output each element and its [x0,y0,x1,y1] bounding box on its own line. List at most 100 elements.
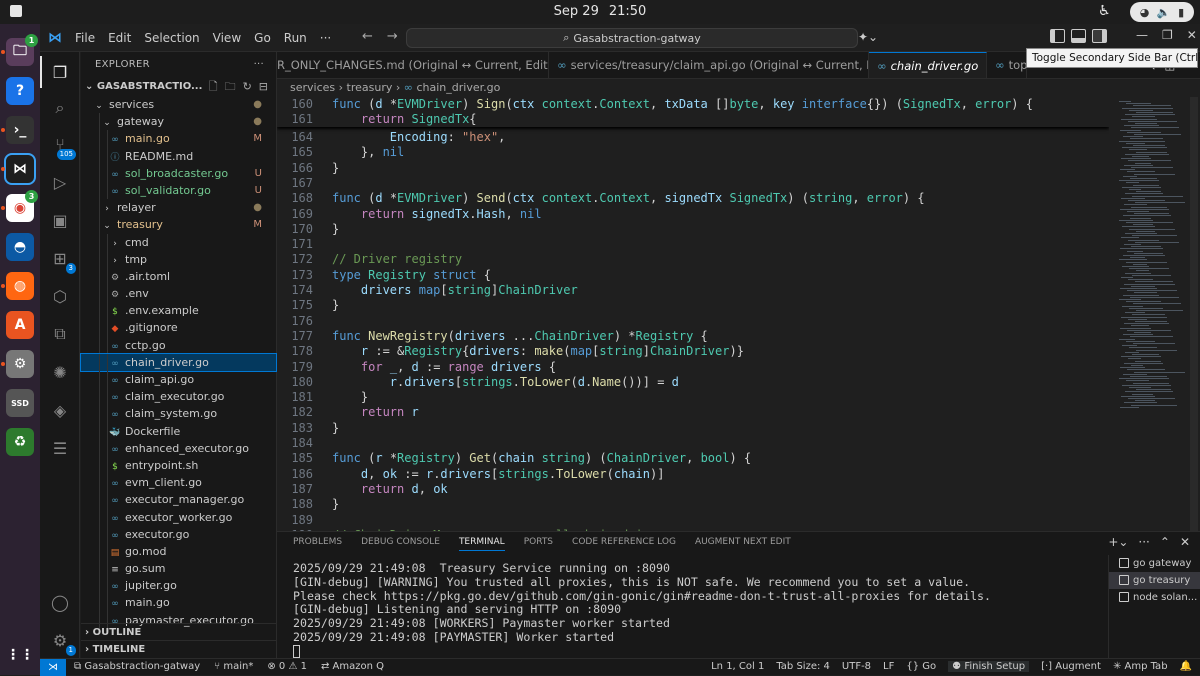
line-ending[interactable]: LF [883,661,894,672]
forward-arrow-icon[interactable]: → [387,29,398,44]
toggle-secondary-sidebar-icon[interactable] [1092,29,1107,43]
code-line[interactable]: return d, ok [332,482,448,496]
project-root[interactable]: ⌄ GASABSTRACTIO... 🗋 🗀 ↻ ⊟ [81,78,276,96]
tree-file[interactable]: ▤ go.mod [81,542,276,561]
workspace-name[interactable]: ⧉ Gasabstraction-gatway [74,661,200,672]
tree-folder[interactable]: › relayer ● [81,199,276,217]
system-tray[interactable]: ◕ 🔈 ▮ [1130,2,1194,22]
tree-file[interactable]: ∞ sol_validator.go U [81,181,276,200]
code-line[interactable]: r := &Registry{drivers: make(map[string]… [332,344,744,358]
panel-tab[interactable]: PORTS [524,537,553,551]
code-line[interactable]: // Driver registry [332,252,462,266]
tree-file[interactable]: ∞ chain_driver.go [80,352,277,373]
terminal-instance[interactable]: go treasury [1109,572,1200,589]
firefox-icon[interactable]: ◍ [6,272,34,300]
tree-file[interactable]: ∞ executor_worker.go [81,508,276,526]
menu-edit[interactable]: Edit [108,31,131,45]
remote-explorer-icon[interactable]: ▣ [50,210,70,230]
tree-folder[interactable]: ⌄ gateway ● [81,113,276,131]
tree-folder[interactable]: ⌄ treasury M [81,216,276,234]
code-line[interactable]: Encoding: "hex", [332,130,506,144]
minimize-icon[interactable]: — [1136,28,1148,42]
amp-tab-status[interactable]: ✳ Amp Tab [1113,661,1168,672]
tree-file[interactable]: ⚙ .air.toml [81,267,276,286]
code-editor[interactable]: 160 func (d *EVMDriver) Sign(ctx context.… [277,97,1109,531]
menu-go[interactable]: Go [254,31,271,45]
code-line[interactable]: func NewRegistry(drivers ...ChainDriver)… [332,329,708,343]
remote-indicator-icon[interactable]: ⋊ [40,659,66,676]
code-line[interactable]: }, nil [332,145,404,159]
editor-tab[interactable]: ∞chain_driver.go× [869,52,987,78]
terminal-icon[interactable]: ›_ [6,116,34,144]
menu-file[interactable]: File [75,31,95,45]
amazon-q-status[interactable]: ⇄ Amazon Q [321,661,384,672]
git-branch[interactable]: ⑂ main* [214,661,253,672]
code-line[interactable]: return r [332,405,419,419]
code-line[interactable]: return SignedTx{ [332,112,477,126]
help-icon[interactable]: ? [6,77,34,105]
accessibility-icon[interactable]: ♿ [1098,3,1111,19]
code-line[interactable]: func (d *EVMDriver) Send(ctx context.Con… [332,191,925,205]
panel-tab[interactable]: AUGMENT NEXT EDIT [695,537,791,551]
augment-icon[interactable]: ☰ [50,438,70,458]
augment-status[interactable]: [·] Augment [1041,661,1101,672]
outline-section[interactable]: › OUTLINE [81,623,277,640]
code-line[interactable]: } [332,298,339,312]
more-actions-icon[interactable]: ··· [1138,535,1149,549]
tree-file[interactable]: ∞ claim_system.go [81,405,276,423]
code-line[interactable]: func (r *Registry) Get(chain string) (Ch… [332,451,751,465]
tree-file[interactable]: ∞ jupiter.go [81,577,276,595]
code-line[interactable]: return signedTx.Hash, nil [332,207,542,221]
toggle-panel-icon[interactable] [1071,29,1086,43]
editor-tab[interactable]: ∞ services/treasury/claim_api.go (Origina… [549,52,869,78]
tree-file[interactable]: $ .env.example [81,302,276,320]
command-center-search[interactable]: ⌕ Gasabstraction-gatway [406,28,858,48]
finish-setup[interactable]: ⚉ Finish Setup [948,661,1030,672]
kubernetes-icon[interactable]: ⬡ [50,286,70,306]
tree-file[interactable]: ∞ cctp.go [81,336,276,354]
tree-file[interactable]: ∞ claim_api.go [81,371,276,389]
search-icon[interactable]: ⌕ [50,98,70,118]
problems-count[interactable]: ⊗ 0 ⚠ 1 [267,661,307,672]
cursor-position[interactable]: Ln 1, Col 1 [711,661,764,672]
terminal-output[interactable]: 2025/09/29 21:49:08 Treasury Service run… [293,561,1103,659]
breadcrumb-item[interactable]: chain_driver.go [416,81,500,94]
panel-tab[interactable]: PROBLEMS [293,537,342,551]
code-line[interactable]: type Registry struct { [332,268,491,282]
tree-folder[interactable]: › tmp [81,250,276,268]
terminal-instance[interactable]: go gateway [1109,555,1200,572]
tree-file[interactable]: ∞ claim_executor.go [81,388,276,406]
containers-icon[interactable]: ⧉ [50,324,70,344]
menu-view[interactable]: View [213,31,241,45]
close-icon[interactable]: ✕ [1187,28,1197,42]
source-control-icon[interactable]: ⑂ 105 [50,134,76,160]
restore-icon[interactable]: ❐ [1162,28,1173,42]
tree-file[interactable]: ⓘ README.md [81,147,276,165]
run-debug-icon[interactable]: ▷ [50,172,70,192]
tab-size[interactable]: Tab Size: 4 [776,661,830,672]
code-line[interactable]: } [332,421,339,435]
notifications-bell-icon[interactable]: 🔔 [1180,661,1192,672]
show-apps-icon[interactable]: ⋮⋮ [6,641,34,669]
explorer-icon[interactable]: ❐ [40,56,70,88]
new-file-icon[interactable]: 🗋 [209,78,218,96]
terminal-instance[interactable]: node solan... [1109,589,1200,606]
menu-more[interactable]: ··· [320,31,331,45]
panel-tab[interactable]: CODE REFERENCE LOG [572,537,676,551]
files-icon[interactable]: 🗀 1 [6,34,38,66]
code-line[interactable]: } [332,161,339,175]
panel-tab[interactable]: TERMINAL [458,537,505,551]
disk-icon[interactable]: SSD [6,389,34,417]
tree-file[interactable]: ∞ evm_client.go [81,474,276,492]
tree-file[interactable]: ∞ main.go M [81,130,276,148]
tree-file[interactable]: ∞ sol_broadcaster.go U [81,164,276,182]
back-arrow-icon[interactable]: ← [362,29,373,44]
tree-file[interactable]: ∞ executor.go [81,525,276,543]
maximize-panel-icon[interactable]: ⌃ [1160,535,1170,549]
breadcrumb-item[interactable]: services [290,81,335,94]
editor-tab[interactable]: R_ONLY_CHANGES.md (Original ↔ Current, E… [277,52,549,78]
code-line[interactable]: } [332,390,368,404]
accounts-icon[interactable]: ◯ [50,592,70,612]
edge-icon[interactable]: ◓ [6,233,34,261]
new-folder-icon[interactable]: 🗀 [225,78,236,96]
